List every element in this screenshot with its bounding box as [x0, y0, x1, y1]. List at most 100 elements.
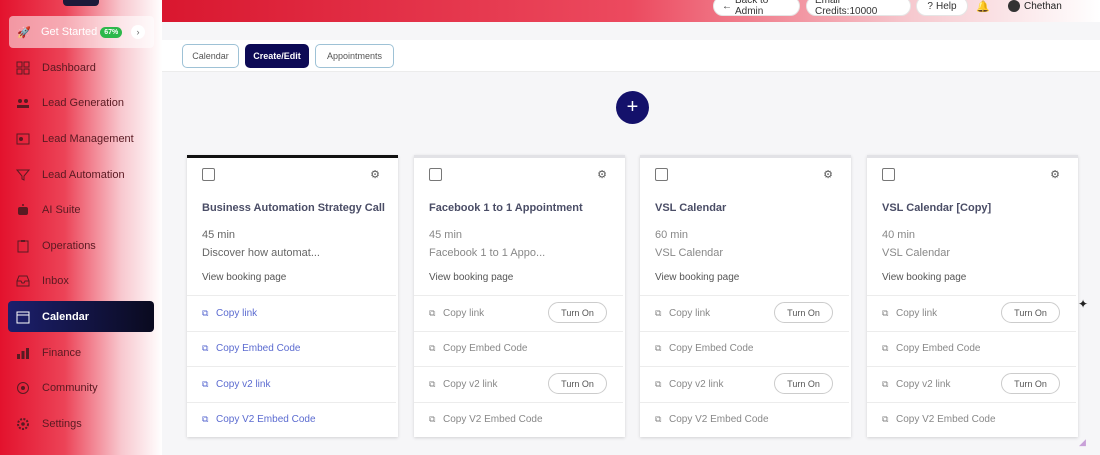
sidebar-item-finance[interactable]: Finance: [0, 335, 162, 371]
view-booking-page-link[interactable]: View booking page: [882, 272, 966, 283]
copy-v2-embed-label: Copy V2 Embed Code: [216, 414, 316, 426]
sidebar-item-lead-management[interactable]: Lead Management: [0, 121, 162, 157]
copy-icon: ⧉: [202, 414, 209, 425]
sidebar-item-inbox[interactable]: Inbox: [0, 264, 162, 300]
turn-on-button[interactable]: Turn On: [1001, 373, 1060, 394]
tab-create-edit[interactable]: Create/Edit: [245, 44, 309, 68]
turn-on-button[interactable]: Turn On: [548, 302, 607, 323]
sidebar-item-label: Dashboard: [42, 61, 96, 74]
copy-v2-embed-row[interactable]: ⧉ Copy V2 Embed Code: [867, 401, 1076, 438]
gear-icon[interactable]: ⚙: [823, 168, 833, 181]
copy-icon: ⧉: [655, 378, 662, 389]
logo[interactable]: [63, 0, 99, 6]
chart-icon: [17, 347, 29, 359]
copy-v2-embed-row[interactable]: ⧉ Copy V2 Embed Code: [640, 401, 849, 438]
sidebar-item-label: Inbox: [42, 275, 69, 288]
turn-on-button[interactable]: Turn On: [774, 302, 833, 323]
gear-icon[interactable]: ⚙: [370, 168, 380, 181]
copy-icon: ⧉: [429, 414, 436, 425]
community-icon: [17, 382, 29, 395]
turn-on-button[interactable]: Turn On: [548, 373, 607, 394]
sidebar-nav: Dashboard Lead Generation Lead Managemen…: [0, 50, 162, 442]
copy-icon: ⧉: [429, 378, 436, 389]
get-started-button[interactable]: 🚀 Get Started 67% ›: [9, 16, 154, 48]
sidebar-item-dashboard[interactable]: Dashboard: [0, 50, 162, 86]
copy-v2-embed-label: Copy V2 Embed Code: [896, 414, 996, 426]
resize-icon: ◢: [1079, 437, 1086, 447]
copy-v2-embed-label: Copy V2 Embed Code: [443, 414, 543, 426]
select-checkbox[interactable]: [202, 168, 215, 181]
select-checkbox[interactable]: [882, 168, 895, 181]
inbox-icon: [16, 275, 30, 287]
tab-label: Appointments: [326, 51, 383, 61]
help-button[interactable]: ? Help: [916, 0, 968, 16]
copy-icon: ⧉: [655, 307, 662, 318]
gear-icon[interactable]: ⚙: [1050, 168, 1060, 181]
sidebar-item-label: Settings: [42, 417, 82, 430]
copy-v2-link-row[interactable]: ⧉ Copy v2 link Turn On: [414, 366, 623, 402]
copy-embed-label: Copy Embed Code: [216, 343, 301, 355]
tab-appointments[interactable]: Appointments: [315, 44, 394, 68]
clipboard-icon: [17, 239, 29, 253]
copy-link-row[interactable]: ⧉ Copy link Turn On: [640, 295, 849, 331]
card-duration: 45 min: [202, 229, 236, 241]
card-description: VSL Calendar: [882, 247, 951, 259]
copy-embed-row[interactable]: ⧉ Copy Embed Code: [640, 330, 849, 367]
help-icon: ?: [927, 0, 933, 12]
sidebar-item-settings[interactable]: Settings: [0, 406, 162, 442]
view-booking-page-link[interactable]: View booking page: [202, 272, 286, 283]
sidebar-item-label: Calendar: [42, 310, 90, 323]
gear-icon[interactable]: ⚙: [597, 168, 607, 181]
copy-embed-row[interactable]: ⧉ Copy Embed Code: [867, 330, 1076, 367]
plus-icon: +: [626, 96, 639, 118]
copy-v2-link-label: Copy v2 link: [896, 378, 951, 390]
copy-link-label: Copy link: [896, 307, 938, 319]
card-duration: 45 min: [429, 229, 463, 241]
sidebar-item-calendar[interactable]: Calendar: [0, 299, 162, 335]
tab-calendar[interactable]: Calendar: [182, 44, 239, 68]
sidebar-item-operations[interactable]: Operations: [0, 228, 162, 264]
select-checkbox[interactable]: [655, 168, 668, 181]
turn-on-button[interactable]: Turn On: [1001, 302, 1060, 323]
view-booking-page-link[interactable]: View booking page: [429, 272, 513, 283]
copy-v2-link-row[interactable]: ⧉ Copy v2 link: [187, 366, 396, 402]
copy-icon: ⧉: [429, 343, 436, 354]
copy-link-row[interactable]: ⧉ Copy link Turn On: [867, 295, 1076, 331]
copy-v2-link-row[interactable]: ⧉ Copy v2 link Turn On: [867, 366, 1076, 402]
get-started-label: Get Started: [41, 26, 98, 38]
add-calendar-button[interactable]: +: [616, 91, 649, 124]
copy-icon: ⧉: [202, 307, 209, 318]
copy-v2-embed-row[interactable]: ⧉ Copy V2 Embed Code: [187, 401, 396, 438]
bell-icon[interactable]: 🔔: [976, 0, 990, 13]
copy-embed-row[interactable]: ⧉ Copy Embed Code: [414, 330, 623, 367]
sidebar-item-ai-suite[interactable]: AI Suite: [0, 192, 162, 228]
email-credits-label: Email Credits:10000: [815, 0, 878, 17]
select-checkbox[interactable]: [429, 168, 442, 181]
sidebar-item-lead-automation[interactable]: Lead Automation: [0, 157, 162, 193]
turn-on-button[interactable]: Turn On: [774, 373, 833, 394]
contact-card-icon: [16, 133, 30, 145]
sidebar-item-community[interactable]: Community: [0, 370, 162, 406]
copy-icon: ⧉: [202, 343, 209, 354]
view-booking-page-link[interactable]: View booking page: [655, 272, 739, 283]
copy-link-row[interactable]: ⧉ Copy link Turn On: [414, 295, 623, 331]
calendar-card: ⚙ Business Automation Strategy Call 45 m…: [187, 155, 398, 437]
copy-v2-embed-row[interactable]: ⧉ Copy V2 Embed Code: [414, 401, 623, 438]
back-to-admin-button[interactable]: ← Back to Admin: [713, 0, 800, 17]
copy-embed-row[interactable]: ⧉ Copy Embed Code: [187, 330, 396, 367]
email-credits-button[interactable]: Email Credits:10000: [806, 0, 911, 17]
copy-v2-link-label: Copy v2 link: [669, 378, 724, 390]
sidebar-item-label: AI Suite: [42, 204, 81, 217]
sidebar-item-label: Lead Management: [42, 132, 134, 145]
sparkle-icon[interactable]: ✦: [1078, 297, 1088, 311]
card-description: Discover how automat...: [202, 247, 320, 259]
copy-embed-label: Copy Embed Code: [443, 343, 528, 355]
copy-icon: ⧉: [882, 414, 889, 425]
filter-icon: [16, 169, 30, 181]
user-menu[interactable]: Chethan: [1008, 0, 1062, 12]
chevron-right-icon[interactable]: ›: [131, 25, 145, 39]
sidebar-item-lead-generation[interactable]: Lead Generation: [0, 86, 162, 122]
copy-v2-link-row[interactable]: ⧉ Copy v2 link Turn On: [640, 366, 849, 402]
copy-link-row[interactable]: ⧉ Copy link: [187, 295, 396, 331]
copy-icon: ⧉: [882, 307, 889, 318]
